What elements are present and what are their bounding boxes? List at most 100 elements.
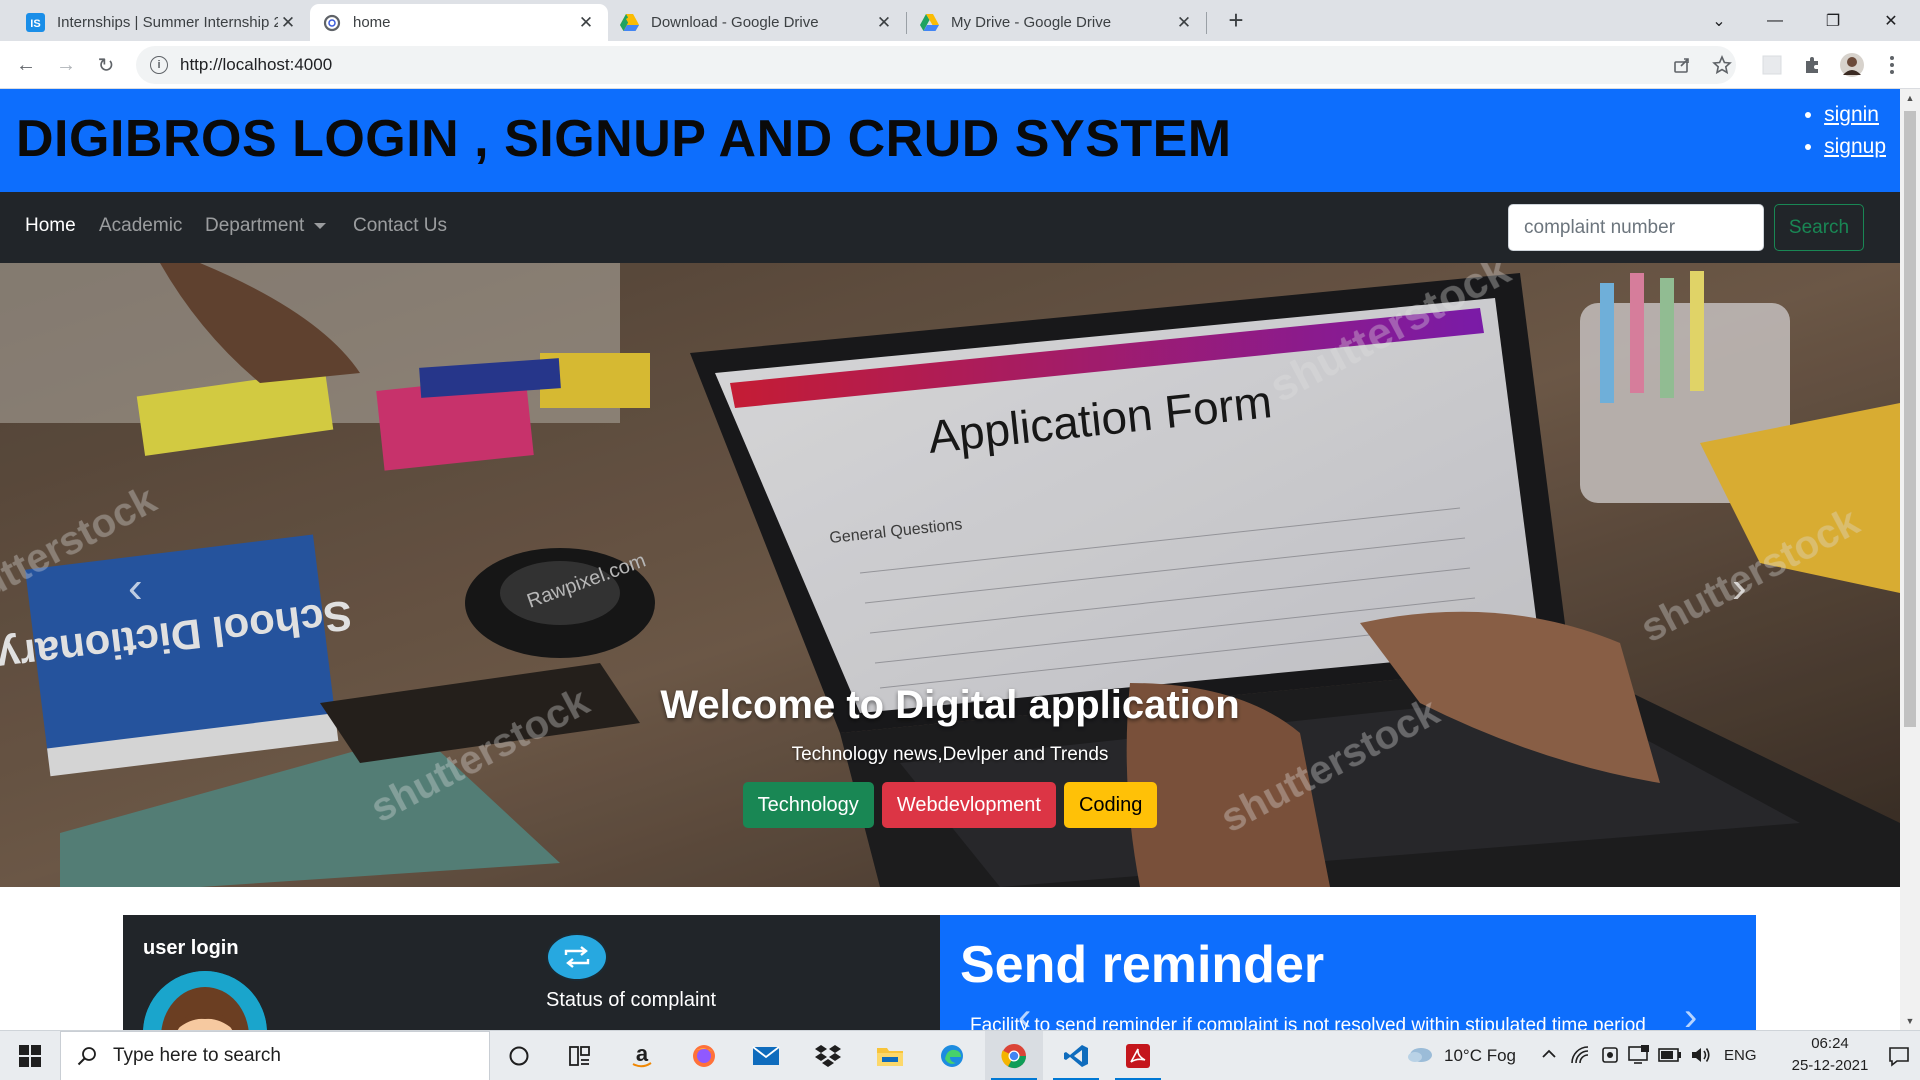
tab-drive-download[interactable]: Download - Google Drive ✕ (608, 4, 906, 41)
browser-menu-icon[interactable] (1878, 51, 1906, 79)
carousel-next-icon[interactable]: › (1732, 563, 1747, 613)
signup-link[interactable]: signup (1824, 135, 1886, 158)
minimize-button[interactable]: — (1750, 0, 1800, 41)
vscode-icon[interactable] (1047, 1031, 1105, 1080)
back-button[interactable]: ← (12, 51, 40, 79)
address-bar[interactable]: i http://localhost:4000 (136, 46, 1736, 84)
tab-search-chevron-icon[interactable]: ⌄ (1694, 0, 1744, 41)
close-icon[interactable]: ✕ (278, 13, 298, 33)
page-icon (322, 13, 341, 32)
amazon-icon[interactable]: a (613, 1031, 671, 1080)
close-icon[interactable]: ✕ (1174, 13, 1194, 33)
signin-link[interactable]: signin (1824, 103, 1879, 126)
mail-icon[interactable] (737, 1031, 795, 1080)
tab-title: home (353, 14, 391, 31)
refresh-icon (564, 946, 590, 968)
nav-academic[interactable]: Academic (99, 215, 182, 237)
scroll-down-icon[interactable]: ▼ (1900, 1012, 1920, 1030)
task-view-icon[interactable] (551, 1031, 609, 1080)
search-button[interactable]: Search (1774, 204, 1864, 251)
tray-chevron-up-icon[interactable] (1540, 1045, 1558, 1068)
bookmark-star-icon[interactable] (1708, 51, 1736, 79)
page-scrollbar[interactable]: ▲ ▼ (1900, 89, 1920, 1030)
send-reminder-title: Send reminder (960, 936, 1325, 994)
page-viewport: DIGIBROS LOGIN , SIGNUP AND CRUD SYSTEM … (0, 89, 1900, 1030)
carousel-title: Welcome to Digital application (660, 683, 1240, 727)
language-indicator[interactable]: ENG (1724, 1047, 1757, 1064)
file-explorer-icon[interactable] (861, 1031, 919, 1080)
url-text[interactable]: http://localhost:4000 (180, 55, 332, 75)
tab-home[interactable]: home ✕ (310, 4, 608, 41)
extension-placeholder-icon[interactable] (1758, 51, 1786, 79)
edge-icon[interactable] (923, 1031, 981, 1080)
carousel-prev-icon[interactable]: ‹ (128, 563, 143, 613)
remote-desktop-icon[interactable] (1628, 1045, 1650, 1070)
tab-my-drive[interactable]: My Drive - Google Drive ✕ (908, 4, 1206, 41)
new-tab-button[interactable]: + (1222, 5, 1250, 35)
refresh-status-button[interactable] (546, 933, 608, 981)
site-info-icon[interactable]: i (150, 56, 168, 74)
caret-down-icon (314, 222, 327, 229)
restore-button[interactable]: ❐ (1808, 0, 1858, 41)
svg-text:IS: IS (30, 18, 40, 30)
send-reminder-description: Facility to send reminder if complaint i… (970, 1015, 1646, 1030)
search-icon (77, 1047, 96, 1066)
reminder-prev-icon[interactable]: ‹ (1018, 995, 1031, 1030)
site-title: DIGIBROS LOGIN , SIGNUP AND CRUD SYSTEM (16, 110, 1232, 168)
taskbar-search-box[interactable]: Type here to search (60, 1031, 490, 1080)
close-icon[interactable]: ✕ (576, 13, 596, 33)
reload-button[interactable]: ↻ (92, 51, 120, 79)
browser-toolbar: ← → ↻ i http://localhost:4000 (0, 41, 1920, 89)
hero-carousel: School Dictionary Rawpixel.com Applicati… (0, 263, 1900, 887)
meet-now-icon[interactable] (1600, 1045, 1620, 1070)
reminder-next-icon[interactable]: › (1684, 995, 1697, 1030)
close-icon[interactable]: ✕ (874, 13, 894, 33)
dropbox-icon[interactable] (799, 1031, 857, 1080)
user-login-label: user login (143, 937, 239, 959)
extensions-puzzle-icon[interactable] (1798, 51, 1826, 79)
coding-button[interactable]: Coding (1063, 782, 1158, 828)
signup-item: signup (1824, 135, 1886, 159)
webdevlopment-button[interactable]: Webdevlopment (881, 782, 1056, 828)
auth-links: signin signup (1804, 103, 1886, 167)
technology-button[interactable]: Technology (742, 782, 874, 828)
window-close-button[interactable]: ✕ (1866, 0, 1916, 41)
nav-home[interactable]: Home (25, 215, 76, 237)
scroll-up-icon[interactable]: ▲ (1900, 89, 1920, 107)
windows-logo-icon (19, 1045, 41, 1067)
tab-title: My Drive - Google Drive (951, 14, 1112, 31)
browser-tab-strip: IS Internships | Summer Internship 2 ✕ h… (0, 0, 1920, 41)
firefox-icon[interactable] (675, 1031, 733, 1080)
tab-separator (906, 12, 907, 34)
volume-icon[interactable] (1690, 1045, 1712, 1070)
tab-separator (1206, 12, 1207, 34)
battery-icon[interactable] (1658, 1046, 1682, 1069)
clock-time[interactable]: 06:24 (1790, 1035, 1870, 1052)
complaint-search-input[interactable] (1508, 204, 1764, 251)
tab-title: Internships | Summer Internship 2 (57, 14, 278, 31)
chrome-icon[interactable] (985, 1031, 1043, 1080)
forward-button[interactable]: → (52, 51, 80, 79)
windows-taskbar: Type here to search a 10°C Fog ENG 06:24… (0, 1030, 1920, 1080)
weather-text[interactable]: 10°C Fog (1444, 1046, 1516, 1066)
site-header: DIGIBROS LOGIN , SIGNUP AND CRUD SYSTEM … (0, 89, 1900, 192)
clock-date[interactable]: 25-12-2021 (1765, 1057, 1895, 1074)
google-drive-icon (920, 13, 939, 32)
svg-text:a: a (636, 1043, 649, 1066)
scrollbar-thumb[interactable] (1904, 111, 1916, 727)
nav-department[interactable]: Department (205, 215, 327, 237)
notifications-icon[interactable] (1888, 1045, 1910, 1072)
weather-fog-icon (1406, 1044, 1434, 1069)
acrobat-reader-icon[interactable] (1109, 1031, 1167, 1080)
internshala-icon: IS (26, 13, 45, 32)
nav-contact-us[interactable]: Contact Us (353, 215, 447, 237)
windows-start-button[interactable] (0, 1031, 60, 1080)
cortana-icon[interactable] (490, 1031, 548, 1080)
share-icon[interactable] (1668, 51, 1696, 79)
network-icon[interactable] (1570, 1045, 1590, 1070)
profile-avatar-icon[interactable] (1838, 51, 1866, 79)
user-avatar (143, 971, 267, 1030)
tab-internships[interactable]: IS Internships | Summer Internship 2 ✕ (14, 4, 310, 41)
signin-item: signin (1824, 103, 1886, 127)
send-reminder-card: Send reminder Facility to send reminder … (940, 915, 1756, 1030)
